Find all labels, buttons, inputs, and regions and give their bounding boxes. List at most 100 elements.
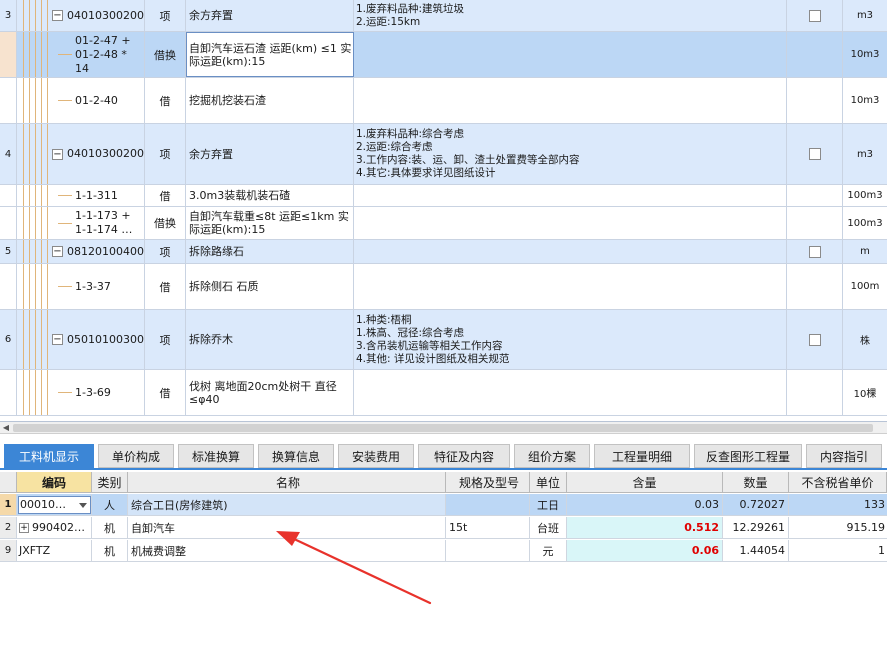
resource-price[interactable]: 133 — [789, 494, 887, 515]
item-code-cell[interactable]: 1-1-173 + 1-1-174 … — [17, 207, 145, 239]
resource-content[interactable]: 0.512 — [567, 517, 723, 538]
resource-spec[interactable] — [446, 494, 530, 515]
item-features[interactable] — [354, 207, 787, 239]
item-features[interactable] — [354, 370, 787, 415]
resource-row[interactable]: 9 JXFTZ 机机械费调整 元 0.06 1.44054 1 — [0, 540, 887, 562]
resource-content[interactable]: 0.06 — [567, 540, 723, 561]
item-code-cell[interactable]: 1-3-69 — [17, 370, 145, 415]
tab-2[interactable]: 单价构成 — [98, 444, 174, 468]
item-flag-cell[interactable] — [787, 78, 843, 123]
item-flag-cell[interactable] — [787, 264, 843, 309]
item-name[interactable]: 拆除路缘石 — [186, 240, 354, 263]
item-code-cell[interactable]: −050101003001 — [17, 310, 145, 369]
scroll-left-icon[interactable]: ◀ — [1, 422, 11, 434]
resource-code-cell[interactable]: 00010… — [17, 494, 92, 515]
item-code-cell[interactable]: 01-2-40 — [17, 78, 145, 123]
tab-9[interactable]: 反查图形工程量 — [694, 444, 802, 468]
item-flag-cell[interactable] — [787, 0, 843, 31]
resource-row[interactable]: 2 +990402… 机自卸汽车 15t 台班 0.512 12.29261 915.19 — [0, 517, 887, 539]
tab-10[interactable]: 内容指引 — [806, 444, 882, 468]
header-price[interactable]: 不含税省单价 — [789, 472, 887, 492]
item-flag-cell[interactable] — [787, 207, 843, 239]
item-flag-cell[interactable] — [787, 240, 843, 263]
collapse-toggle-icon[interactable]: − — [52, 148, 63, 160]
quota-row[interactable]: 1-3-69 借伐树 离地面20cm处树干 直径≤φ40 10棵 — [0, 370, 887, 416]
scrollbar-thumb[interactable] — [13, 424, 873, 432]
tab-6[interactable]: 特征及内容 — [418, 444, 510, 468]
quota-row[interactable]: 1-1-311 借 3.0m3装载机装石碴 100m3 — [0, 185, 887, 207]
tab-7[interactable]: 组价方案 — [514, 444, 590, 468]
header-content[interactable]: 含量 — [567, 472, 723, 492]
resource-name[interactable]: 自卸汽车 — [128, 517, 446, 538]
code-edit-box[interactable]: 00010… — [18, 495, 91, 514]
item-code-cell[interactable]: −040103002003 — [17, 124, 145, 184]
item-code-cell[interactable]: −040103002002 — [17, 0, 145, 31]
header-name[interactable]: 名称 — [128, 472, 446, 492]
item-name[interactable]: 自卸汽车运石渣 运距(km) ≤1 实际运距(km):15 — [186, 32, 354, 77]
collapse-toggle-icon[interactable]: − — [52, 10, 63, 21]
header-unit[interactable]: 单位 — [530, 472, 567, 492]
tab-3[interactable]: 标准换算 — [178, 444, 254, 468]
collapse-toggle-icon[interactable]: − — [52, 334, 63, 345]
item-name[interactable]: 拆除侧石 石质 — [186, 264, 354, 309]
item-features[interactable] — [354, 264, 787, 309]
item-name[interactable]: 伐树 离地面20cm处树干 直径≤φ40 — [186, 370, 354, 415]
quota-row[interactable]: 1-3-37 借拆除侧石 石质 100m — [0, 264, 887, 310]
bill-item-row[interactable]: 6 −050101003001 项拆除乔木 1.种类:梧桐 1.株高、冠径:综合考虑 3.… — [0, 310, 887, 370]
header-quantity[interactable]: 数量 — [723, 472, 789, 492]
resource-row[interactable]: 1 00010… 人综合工日(房修建筑) 工日 0.03 0.72027 133 — [0, 494, 887, 516]
bill-item-row[interactable]: 5 −081201004001 项拆除路缘石 m — [0, 240, 887, 264]
resource-name[interactable]: 机械费调整 — [128, 540, 446, 561]
item-code-cell[interactable]: 1-1-311 — [17, 185, 145, 206]
item-code-cell[interactable]: 1-3-37 — [17, 264, 145, 309]
resource-code-cell[interactable]: +990402… — [17, 517, 92, 538]
item-name[interactable]: 余方弃置 — [186, 0, 354, 31]
tab-1[interactable]: 工料机显示 — [4, 444, 94, 468]
item-code-cell[interactable]: −081201004001 — [17, 240, 145, 263]
header-category[interactable]: 类别 — [92, 472, 128, 492]
resource-spec[interactable]: 15t — [446, 517, 530, 538]
tab-5[interactable]: 安装费用 — [338, 444, 414, 468]
item-features[interactable] — [354, 78, 787, 123]
item-flag-cell[interactable] — [787, 310, 843, 369]
item-features[interactable] — [354, 32, 787, 77]
bill-item-row[interactable]: 3 −040103002002 项余方弃置 1.废弃料品种:建筑垃圾 2.运距:15km… — [0, 0, 887, 32]
item-flag-cell[interactable] — [787, 370, 843, 415]
resource-code-cell[interactable]: JXFTZ — [17, 540, 92, 561]
item-checkbox[interactable] — [808, 245, 821, 258]
item-features[interactable]: 1.废弃料品种:建筑垃圾 2.运距:15km — [354, 0, 787, 31]
item-tree-grid[interactable]: 3−040103002002 项余方弃置 1.废弃料品种:建筑垃圾 2.运距:15km… — [0, 0, 887, 422]
item-flag-cell[interactable] — [787, 124, 843, 184]
quota-row[interactable]: 01-2-47 + 01-2-48 * 14 借换 自卸汽车运石渣 运距(km) ≤… — [0, 32, 887, 78]
item-features[interactable]: 1.废弃料品种:综合考虑 2.运距:综合考虑 3.工作内容:装、运、卸、渣土处置费等… — [354, 124, 787, 184]
item-name[interactable]: 挖掘机挖装石渣 — [186, 78, 354, 123]
resource-price[interactable]: 915.19 — [789, 517, 887, 538]
expand-icon[interactable]: + — [19, 522, 29, 533]
header-code[interactable]: 编码 — [17, 472, 92, 492]
tab-8[interactable]: 工程量明细 — [594, 444, 690, 468]
quota-row[interactable]: 01-2-40 借挖掘机挖装石渣 10m3 — [0, 78, 887, 124]
tab-4[interactable]: 换算信息 — [258, 444, 334, 468]
item-name[interactable]: 余方弃置 — [186, 124, 354, 184]
bill-item-row[interactable]: 4 −040103002003 项余方弃置 1.废弃料品种:综合考虑 2.运距:综合考虑… — [0, 124, 887, 185]
item-checkbox[interactable] — [808, 9, 821, 22]
item-features[interactable]: 1.种类:梧桐 1.株高、冠径:综合考虑 3.含吊装机运输等相关工作内容 4.其他: … — [354, 310, 787, 369]
item-flag-cell[interactable] — [787, 185, 843, 206]
item-features[interactable] — [354, 185, 787, 206]
item-name[interactable]: 拆除乔木 — [186, 310, 354, 369]
resource-price[interactable]: 1 — [789, 540, 887, 561]
item-checkbox[interactable] — [808, 333, 821, 346]
quota-row[interactable]: 1-1-173 + 1-1-174 … 借换 自卸汽车载重≤8t 运距≤1km 实际… — [0, 207, 887, 240]
item-code-cell[interactable]: 01-2-47 + 01-2-48 * 14 — [17, 32, 145, 77]
resource-grid[interactable]: 编码 类别 名称 规格及型号 单位 含量 数量 不含税省单价 1 00010… 人综… — [0, 472, 887, 655]
chevron-down-icon[interactable] — [79, 502, 87, 508]
item-name[interactable]: 3.0m3装载机装石碴 — [186, 185, 354, 206]
horizontal-scrollbar[interactable]: ◀ — [0, 422, 887, 434]
collapse-toggle-icon[interactable]: − — [52, 246, 63, 257]
item-flag-cell[interactable] — [787, 32, 843, 77]
item-checkbox[interactable] — [808, 148, 821, 160]
resource-name[interactable]: 综合工日(房修建筑) — [128, 494, 446, 515]
header-spec[interactable]: 规格及型号 — [446, 472, 530, 492]
resource-spec[interactable] — [446, 540, 530, 561]
resource-content[interactable]: 0.03 — [567, 494, 723, 515]
